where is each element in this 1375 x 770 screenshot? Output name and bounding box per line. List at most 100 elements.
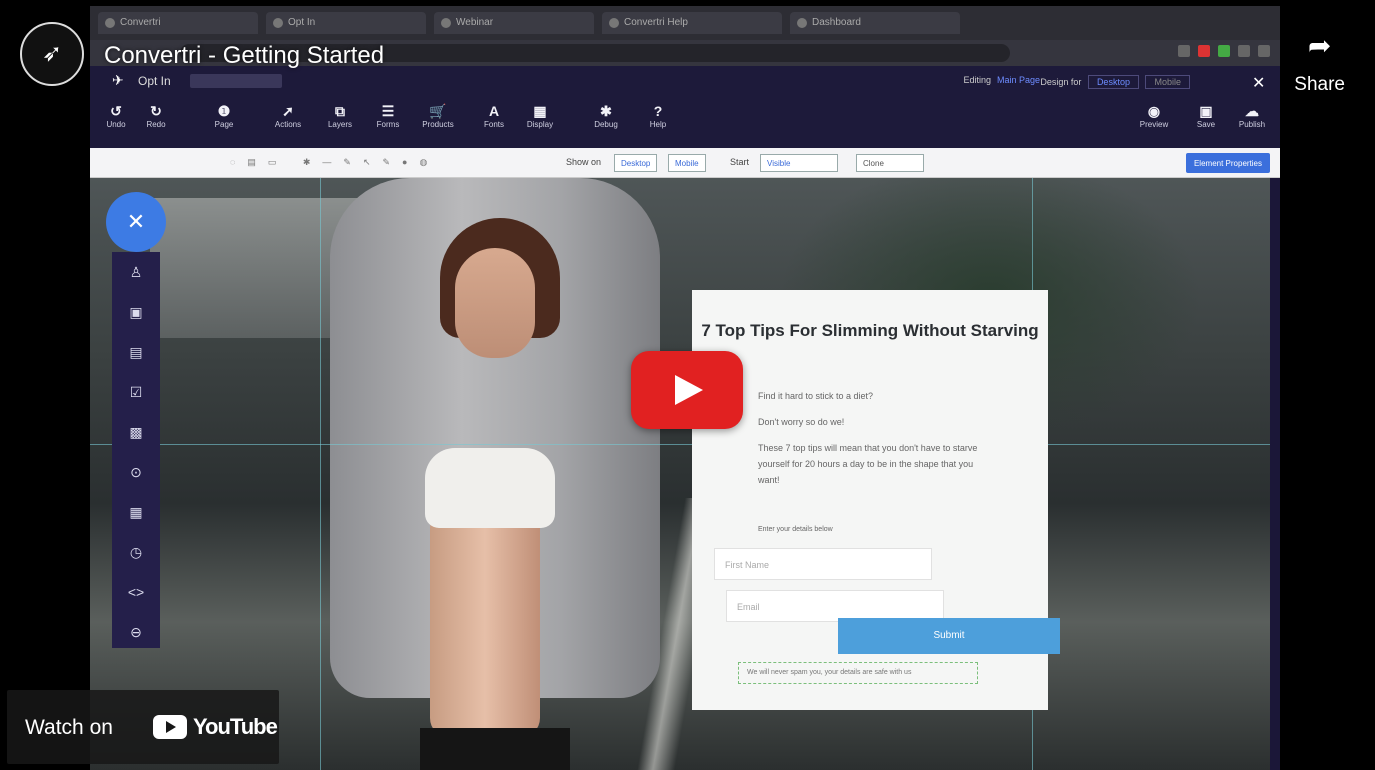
display-icon: ▦ xyxy=(533,103,547,119)
first-name-field[interactable]: First Name xyxy=(714,548,932,580)
alignment-tools[interactable]: ◌▤▭ ✱—✎↖✎●◍ xyxy=(230,157,439,168)
toolbar-label: Redo xyxy=(146,120,166,129)
optin-line[interactable]: Don't worry so do we! xyxy=(758,414,988,430)
share-arrow-icon: ➦ xyxy=(1307,30,1332,61)
show-on-mobile-toggle[interactable]: Mobile xyxy=(668,154,706,172)
browser-extension-icons xyxy=(1178,45,1270,57)
share-label: Share xyxy=(1294,74,1345,95)
play-button[interactable] xyxy=(631,351,743,429)
optin-line[interactable]: These 7 top tips will mean that you don'… xyxy=(758,440,988,488)
layers-icon: ⧉ xyxy=(335,103,345,119)
browser-tab-bar: Convertri Opt In Webinar Convertri Help … xyxy=(90,6,1280,40)
undo-icon: ↺ xyxy=(110,103,122,119)
text-element-icon[interactable]: ▣ xyxy=(112,292,160,332)
form-prompt[interactable]: Enter your details below xyxy=(758,522,988,538)
forms-icon: ☰ xyxy=(381,103,395,119)
editing-selector[interactable]: Editing Main Page xyxy=(963,75,1040,85)
layout-guide xyxy=(320,178,321,770)
image-element-icon[interactable]: ▤ xyxy=(112,332,160,372)
share-button[interactable]: ➦ Share xyxy=(1294,32,1345,96)
code-element-icon[interactable]: <> xyxy=(112,572,160,612)
element-properties-button[interactable]: Element Properties xyxy=(1185,153,1270,173)
show-on-desktop-toggle[interactable]: Desktop xyxy=(614,154,658,172)
editor-toolbar: ↺ Undo ↻ Redo ❶ Page ➚ Actions ⧉ Layers ☰ Forms 🛒 Pro… xyxy=(90,96,1280,148)
extension-icon[interactable] xyxy=(1178,45,1190,57)
toolbar-page-button[interactable]: ❶ Page xyxy=(202,102,246,129)
toolbar-label: Products xyxy=(422,120,454,129)
toolbar-undo-button[interactable]: ↺ Undo xyxy=(94,102,138,129)
cart-icon: 🛒 xyxy=(429,103,447,119)
close-icon: ✕ xyxy=(1252,75,1266,92)
browser-tab[interactable]: Convertri Help xyxy=(602,12,782,34)
optin-line[interactable]: Find it hard to stick to a diet? xyxy=(758,388,988,404)
extension-icon[interactable] xyxy=(1198,45,1210,57)
toolbar-layers-button[interactable]: ⧉ Layers xyxy=(318,102,362,129)
toolbar-debug-button[interactable]: ✱ Debug xyxy=(584,102,628,129)
toolbar-preview-button[interactable]: ◉ Preview xyxy=(1132,102,1176,129)
hero-photo-woman xyxy=(330,178,660,770)
box-element-icon[interactable]: ▩ xyxy=(112,412,160,452)
start-label: Start xyxy=(730,157,750,167)
info-icon: ❶ xyxy=(217,103,231,119)
optin-form-card[interactable]: 7 Top Tips For Slimming Without Starving… xyxy=(692,290,1060,710)
toolbar-label: Help xyxy=(649,120,667,129)
divider-element-icon[interactable]: ⊖ xyxy=(112,612,160,652)
watch-on-label: Watch on xyxy=(25,716,113,739)
channel-avatar[interactable]: ➶ xyxy=(20,22,84,86)
toolbar-label: Fonts xyxy=(483,120,504,129)
privacy-note[interactable]: We will never spam you, your details are… xyxy=(738,662,978,684)
design-desktop-button[interactable]: Desktop xyxy=(1087,75,1139,89)
browser-tab[interactable]: Webinar xyxy=(434,12,594,34)
submit-button[interactable]: Submit xyxy=(838,618,1060,654)
page-canvas[interactable]: ✕ ♙ ▣ ▤ ☑ ▩ ⊙ ▦ ◷ <> ⊖ 7 Top Tips For Sl… xyxy=(90,178,1270,770)
publish-status-badge xyxy=(190,74,282,88)
section-element-icon[interactable]: ▦ xyxy=(112,492,160,532)
toolbar-redo-button[interactable]: ↻ Redo xyxy=(134,102,178,129)
toolbar-label: Actions xyxy=(274,120,302,129)
toolbar-products-button[interactable]: 🛒 Products xyxy=(416,102,460,129)
redo-icon: ↻ xyxy=(150,103,162,119)
form-element-icon[interactable]: ☑ xyxy=(112,372,160,412)
toolbar-actions-button[interactable]: ➚ Actions xyxy=(266,102,310,129)
toolbar-forms-button[interactable]: ☰ Forms xyxy=(366,102,410,129)
video-title[interactable]: Convertri - Getting Started xyxy=(104,42,384,70)
start-visibility-select[interactable]: Visible xyxy=(760,154,838,172)
toolbar-label: Undo xyxy=(106,120,126,129)
font-icon: A xyxy=(488,103,500,119)
elements-icon[interactable]: ♙ xyxy=(112,252,160,292)
toolbar-label: Display xyxy=(526,120,554,129)
toolbar-label: Page xyxy=(214,120,234,129)
profile-avatar[interactable] xyxy=(1258,45,1270,57)
timer-element-icon[interactable]: ◷ xyxy=(112,532,160,572)
youtube-play-icon xyxy=(153,715,187,739)
clone-button[interactable]: Clone xyxy=(856,154,924,172)
design-mobile-button[interactable]: Mobile xyxy=(1145,75,1190,89)
video-player[interactable]: Convertri Opt In Webinar Convertri Help … xyxy=(0,0,1375,770)
save-icon: ▣ xyxy=(1199,103,1213,119)
wand-icon: ➚ xyxy=(282,103,294,119)
close-panel-button[interactable]: ✕ xyxy=(106,192,166,252)
page-name: Opt In xyxy=(138,74,171,88)
toolbar-publish-button[interactable]: ☁ Publish xyxy=(1230,102,1274,129)
browser-tab[interactable]: Opt In xyxy=(266,12,426,34)
video-element-icon[interactable]: ⊙ xyxy=(112,452,160,492)
toolbar-label: Preview xyxy=(1139,120,1169,129)
toolbar-save-button[interactable]: ▣ Save xyxy=(1184,102,1228,129)
optin-headline[interactable]: 7 Top Tips For Slimming Without Starving xyxy=(692,320,1048,342)
toolbar-label: Debug xyxy=(594,120,618,129)
browser-tab[interactable]: Convertri xyxy=(98,12,258,34)
extension-icon[interactable] xyxy=(1238,45,1250,57)
toolbar-label: Publish xyxy=(1238,120,1266,129)
toolbar-label: Forms xyxy=(376,120,400,129)
youtube-wordmark: YouTube xyxy=(193,714,278,739)
extension-icon[interactable] xyxy=(1218,45,1230,57)
cloud-upload-icon: ☁ xyxy=(1245,103,1259,119)
browser-tab[interactable]: Dashboard xyxy=(790,12,960,34)
element-sidebar: ♙ ▣ ▤ ☑ ▩ ⊙ ▦ ◷ <> ⊖ xyxy=(112,252,160,648)
watch-on-youtube-button[interactable]: Watch on YouTube xyxy=(7,690,279,764)
toolbar-fonts-button[interactable]: A Fonts xyxy=(472,102,516,129)
toolbar-display-button[interactable]: ▦ Display xyxy=(518,102,562,129)
toolbar-help-button[interactable]: ? Help xyxy=(636,102,680,129)
bug-icon: ✱ xyxy=(600,103,612,119)
element-toolbar: ◌▤▭ ✱—✎↖✎●◍ Show on Desktop Mobile Start… xyxy=(90,148,1280,178)
